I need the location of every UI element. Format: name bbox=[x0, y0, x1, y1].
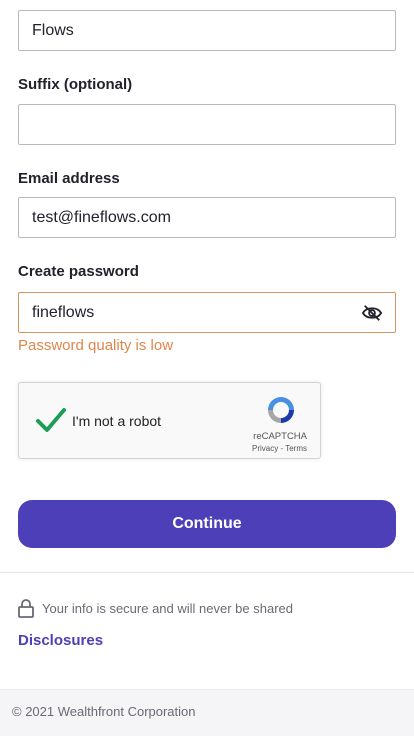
lock-icon bbox=[18, 599, 34, 618]
continue-button[interactable]: Continue bbox=[18, 500, 396, 548]
suffix-label: Suffix (optional) bbox=[18, 76, 133, 93]
disclosures-link[interactable]: Disclosures bbox=[18, 632, 103, 649]
hide-password-icon[interactable] bbox=[361, 303, 383, 323]
suffix-input[interactable] bbox=[18, 104, 396, 145]
email-value: test@fineflows.com bbox=[32, 208, 171, 226]
security-note-text: Your info is secure and will never be sh… bbox=[42, 600, 293, 616]
recaptcha-links[interactable]: Privacy - Terms bbox=[252, 444, 307, 453]
footer: © 2021 Wealthfront Corporation bbox=[0, 689, 414, 736]
recaptcha-label: I'm not a robot bbox=[72, 413, 162, 429]
email-label: Email address bbox=[18, 170, 120, 187]
checkmark-icon[interactable] bbox=[35, 405, 67, 435]
section-divider bbox=[0, 572, 414, 573]
password-value: fineflows bbox=[32, 303, 95, 321]
recaptcha-widget[interactable]: I'm not a robot reCAPTCHA Privacy - Term… bbox=[18, 382, 321, 459]
copyright-text: © 2021 Wealthfront Corporation bbox=[12, 704, 196, 719]
recaptcha-brand: reCAPTCHA bbox=[253, 431, 307, 442]
last-name-input[interactable]: Flows bbox=[18, 10, 396, 51]
password-quality-warning: Password quality is low bbox=[18, 337, 174, 354]
email-input[interactable]: test@fineflows.com bbox=[18, 197, 396, 238]
last-name-value: Flows bbox=[32, 21, 74, 39]
password-input[interactable]: fineflows bbox=[18, 292, 396, 333]
password-label: Create password bbox=[18, 263, 139, 280]
security-note: Your info is secure and will never be sh… bbox=[18, 598, 293, 618]
recaptcha-logo-icon bbox=[268, 397, 294, 423]
